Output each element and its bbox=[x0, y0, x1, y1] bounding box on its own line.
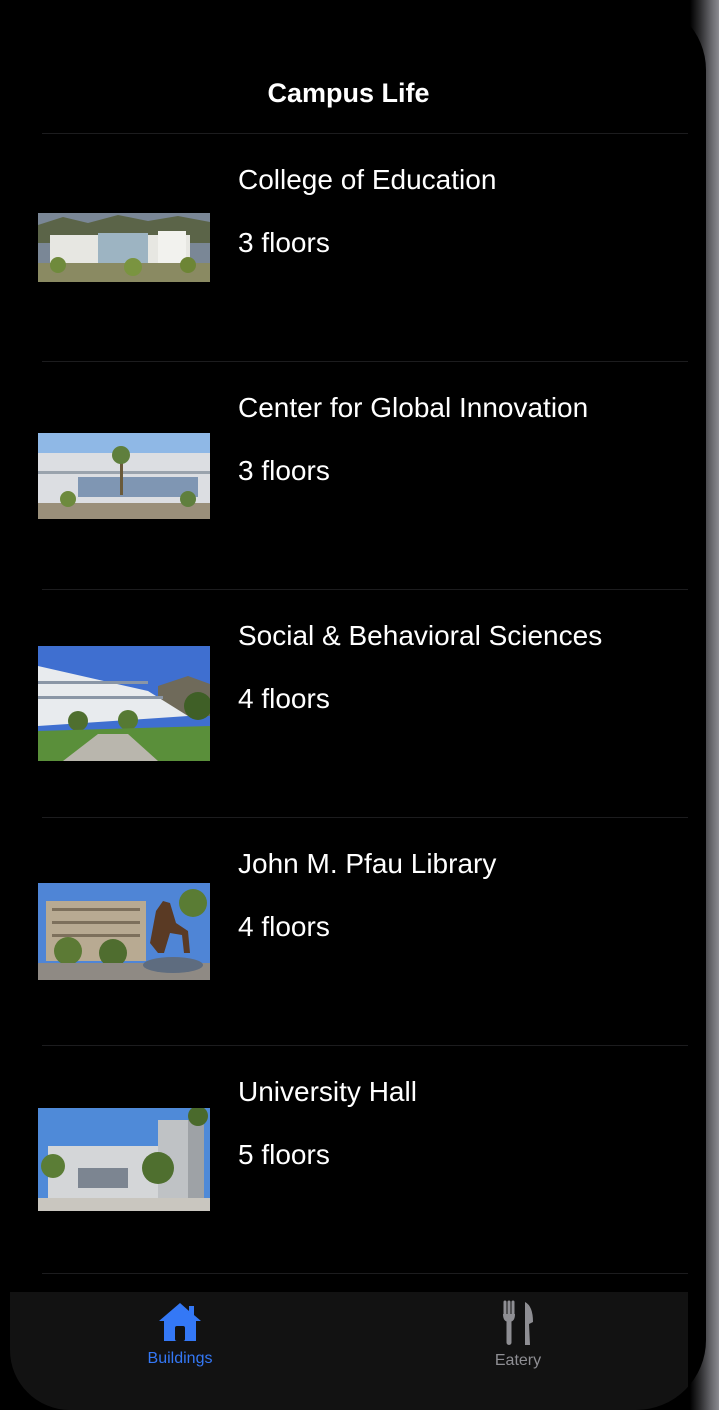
building-name: Center for Global Innovation bbox=[238, 392, 589, 423]
tab-label: Eatery bbox=[494, 1352, 542, 1369]
building-floors: 3 floors bbox=[238, 455, 330, 486]
tab-label: Buildings bbox=[147, 1350, 213, 1367]
building-floors: 4 floors bbox=[238, 911, 330, 942]
building-thumbnail bbox=[38, 646, 210, 761]
divider bbox=[42, 1273, 688, 1274]
building-name: John M. Pfau Library bbox=[238, 848, 497, 879]
tab-buildings[interactable]: Buildings bbox=[100, 1292, 260, 1392]
list-item-social-behavioral-sciences[interactable]: Social & Behavioral Sciences 4 floors bbox=[0, 590, 706, 817]
building-name: University Hall bbox=[238, 1076, 417, 1107]
list-item-college-of-education[interactable]: College of Education 3 floors bbox=[0, 134, 706, 361]
building-floors: 5 floors bbox=[238, 1139, 330, 1170]
building-floors: 4 floors bbox=[238, 683, 330, 714]
building-thumbnail bbox=[38, 1108, 210, 1211]
tab-eatery[interactable]: Eatery bbox=[438, 1292, 598, 1392]
buildings-list[interactable]: College of Education 3 floors Center for… bbox=[0, 133, 706, 1274]
list-item-john-m-pfau-library[interactable]: John M. Pfau Library 4 floors bbox=[0, 818, 706, 1045]
building-thumbnail bbox=[38, 213, 210, 282]
house-icon bbox=[159, 1303, 201, 1341]
fork-knife-icon bbox=[503, 1300, 533, 1345]
building-thumbnail bbox=[38, 433, 210, 519]
app-screen: Campus Life College of Education 3 floor… bbox=[0, 0, 706, 1410]
building-floors: 3 floors bbox=[238, 227, 330, 258]
building-name: Social & Behavioral Sciences bbox=[238, 620, 603, 651]
building-name: College of Education bbox=[238, 164, 497, 195]
tab-bar: Buildings Eatery bbox=[10, 1292, 688, 1410]
page-title: Campus Life bbox=[267, 78, 430, 108]
list-item-center-for-global-innovation[interactable]: Center for Global Innovation 3 floors bbox=[0, 362, 706, 589]
building-thumbnail bbox=[38, 883, 210, 980]
list-item-university-hall[interactable]: University Hall 5 floors bbox=[0, 1046, 706, 1273]
